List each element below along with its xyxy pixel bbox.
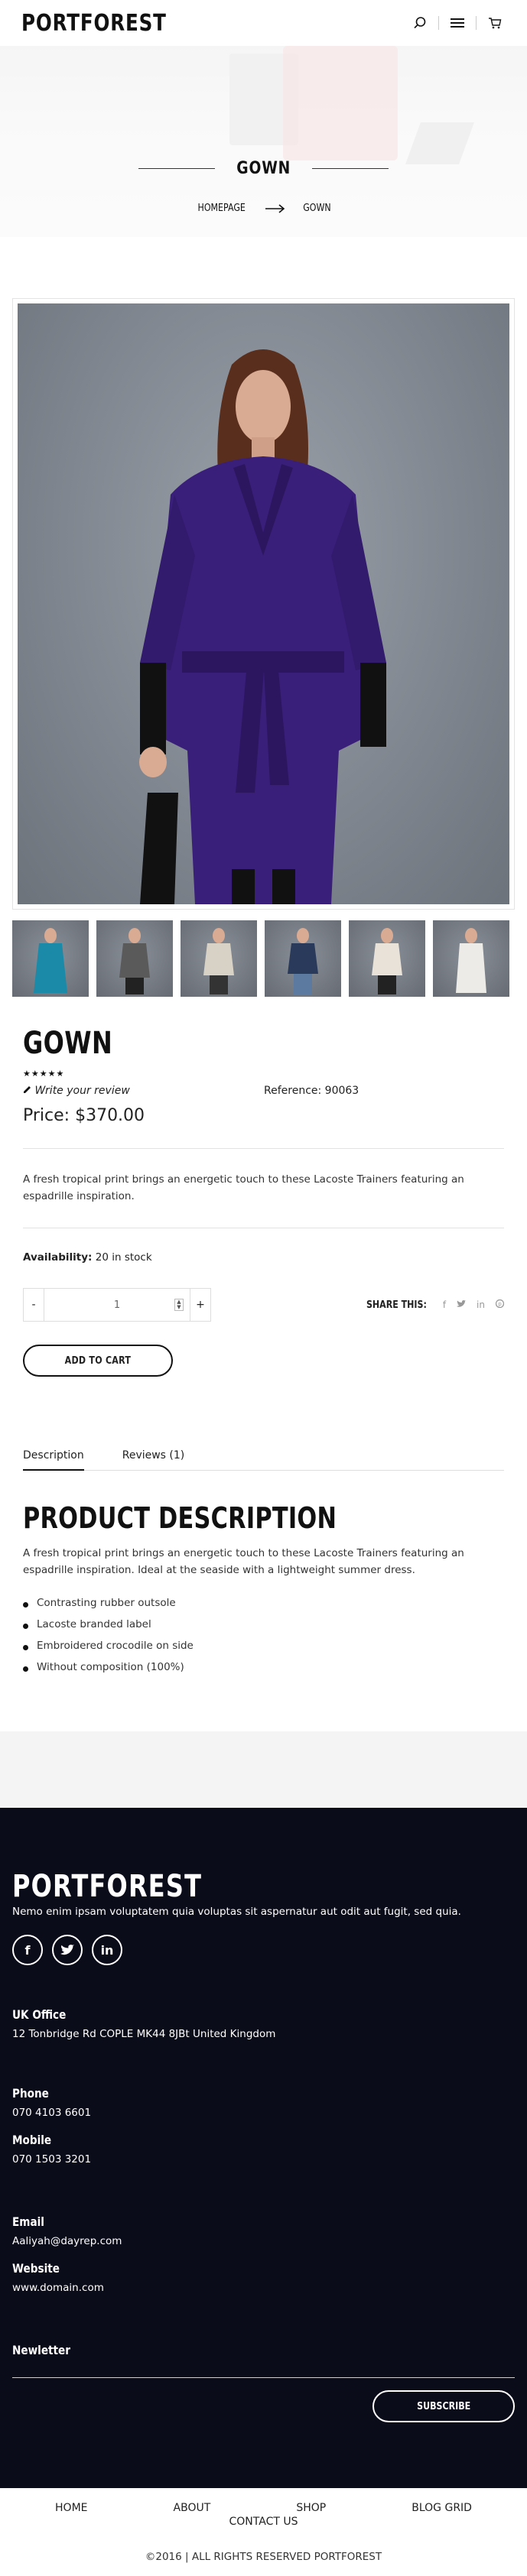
product-thumbnail[interactable]	[12, 920, 89, 997]
model-illustration	[139, 349, 386, 904]
top-header: PORTFOREST	[0, 0, 527, 46]
website-title: Website	[12, 2261, 60, 2276]
pinterest-icon[interactable]: p	[495, 1299, 505, 1310]
website-link[interactable]: www.domain.com	[12, 2282, 515, 2294]
header-actions	[409, 12, 506, 34]
quantity-value: 1	[113, 1299, 121, 1311]
office-title: UK Office	[12, 2007, 67, 2023]
twitter-icon[interactable]	[457, 1299, 467, 1310]
linkedin-icon[interactable]: in	[477, 1299, 485, 1310]
page-title: GOWN	[236, 159, 291, 178]
quantity-spinner-icon[interactable]: ▲ ▼	[174, 1299, 184, 1312]
feature-list: Contrasting rubber outsole Lacoste brand…	[23, 1592, 504, 1678]
office-address: 12 Tonbridge Rd COPLE MK44 8JBt United K…	[12, 2028, 276, 2041]
newsletter-email-input[interactable]	[12, 2377, 515, 2379]
footer-tagline: Nemo enim ipsam voluptatem quia voluptas…	[12, 1906, 461, 1919]
product-thumbnail[interactable]	[181, 920, 257, 997]
nav-contact[interactable]: CONTACT US	[12, 2516, 515, 2528]
rating-stars: ★★★★★	[23, 1069, 65, 1079]
spacer-band	[0, 1731, 527, 1809]
hero-title-row: GOWN	[0, 159, 527, 178]
page-hero-banner: GOWN HOMEPAGE GOWN	[0, 46, 527, 237]
review-row: Write your review Reference: 90063	[23, 1085, 504, 1097]
header-divider	[438, 16, 439, 30]
bottom-navigation: HOME ABOUT SHOP BLOG GRID CONTACT US ©20…	[0, 2488, 527, 2576]
breadcrumb-current: GOWN	[302, 203, 331, 214]
facebook-icon[interactable]: f	[443, 1299, 446, 1310]
phone-title: Phone	[12, 2086, 49, 2101]
linkedin-icon[interactable]: in	[92, 1935, 122, 1966]
write-review-link[interactable]: Write your review	[23, 1085, 264, 1097]
site-logo[interactable]: PORTFOREST	[21, 10, 167, 37]
mobile-number[interactable]: 070 1503 3201	[12, 2153, 515, 2166]
availability-label: Availability:	[23, 1251, 93, 1264]
add-to-cart-label: ADD TO CART	[64, 1355, 132, 1367]
share-label: SHARE THIS:	[366, 1299, 427, 1311]
footer-logo[interactable]: PORTFOREST	[12, 1869, 415, 1904]
short-description: A fresh tropical print brings an energet…	[23, 1173, 464, 1202]
cart-icon[interactable]	[484, 12, 506, 34]
description-text: A fresh tropical print brings an energet…	[23, 1547, 464, 1576]
title-rule	[312, 168, 389, 169]
product-reference: Reference: 90063	[264, 1085, 359, 1097]
subscribe-button[interactable]: SUBSCRIBE	[372, 2390, 515, 2423]
share-links: SHARE THIS: f in p	[361, 1299, 505, 1311]
product-thumbnail[interactable]	[349, 920, 425, 997]
nav-about[interactable]: ABOUT	[174, 2502, 211, 2514]
product-thumbnail[interactable]	[433, 920, 509, 997]
availability-value: 20 in stock	[95, 1251, 152, 1264]
pencil-icon	[24, 1086, 31, 1093]
tab-reviews[interactable]: Reviews (1)	[122, 1449, 185, 1470]
list-item: Without composition (100%)	[23, 1656, 504, 1678]
list-item: Lacoste branded label	[23, 1614, 504, 1635]
search-icon[interactable]	[409, 12, 431, 34]
title-rule	[138, 168, 215, 169]
nav-home[interactable]: HOME	[55, 2502, 87, 2514]
availability: Availability: 20 in stock	[23, 1251, 504, 1264]
list-item: Embroidered crocodile on side	[23, 1635, 504, 1656]
twitter-icon[interactable]	[52, 1935, 83, 1966]
quantity-share-row: - 1 ▲ ▼ + SHARE THIS: f in p	[23, 1288, 505, 1322]
product-price: Price: $370.00	[23, 1106, 145, 1125]
description-heading: PRODUCT DESCRIPTION	[23, 1501, 337, 1536]
product-main-image-frame	[12, 298, 515, 910]
newsletter-title: Newletter	[12, 2343, 70, 2358]
product-tabs: Description Reviews (1)	[23, 1449, 504, 1471]
copyright: ©2016 | ALL RIGHTS RESERVED PORTFOREST	[145, 2551, 382, 2564]
email-title: Email	[12, 2214, 44, 2230]
phone-number[interactable]: 070 4103 6601	[12, 2107, 515, 2119]
list-item: Contrasting rubber outsole	[23, 1592, 504, 1614]
footer-socials: f in	[12, 1935, 515, 1966]
header-divider	[476, 16, 477, 30]
svg-text:p: p	[498, 1301, 502, 1307]
subscribe-label: SUBSCRIBE	[416, 2400, 471, 2412]
product-thumbnails	[12, 920, 515, 997]
nav-shop[interactable]: SHOP	[296, 2502, 326, 2514]
write-review-label: Write your review	[34, 1085, 130, 1097]
add-to-cart-button[interactable]: ADD TO CART	[23, 1345, 173, 1377]
quantity-input[interactable]: 1 ▲ ▼	[44, 1288, 190, 1322]
product-thumbnail[interactable]	[96, 920, 173, 997]
breadcrumb: HOMEPAGE GOWN	[0, 203, 527, 214]
arrow-right-icon	[265, 203, 285, 213]
quantity-increase-button[interactable]: +	[190, 1288, 211, 1322]
email-address[interactable]: Aaliyah@dayrep.com	[12, 2235, 515, 2247]
product-name: GOWN	[23, 1026, 113, 1061]
breadcrumb-home[interactable]: HOMEPAGE	[198, 203, 246, 214]
menu-icon[interactable]	[447, 12, 468, 34]
quantity-stepper: - 1 ▲ ▼ +	[23, 1288, 211, 1322]
tab-description[interactable]: Description	[23, 1449, 84, 1471]
quantity-decrease-button[interactable]: -	[23, 1288, 44, 1322]
nav-blog-grid[interactable]: BLOG GRID	[412, 2502, 472, 2514]
facebook-icon[interactable]: f	[12, 1935, 43, 1966]
product-main-image[interactable]	[18, 303, 509, 904]
description-panel: PRODUCT DESCRIPTION A fresh tropical pri…	[0, 1471, 527, 1678]
bottom-nav-links: HOME ABOUT SHOP BLOG GRID	[12, 2502, 515, 2514]
product-details: GOWN ★★★★★ Write your review Reference: …	[0, 997, 527, 1377]
mobile-title: Mobile	[12, 2133, 52, 2148]
product-thumbnail[interactable]	[265, 920, 341, 997]
divider	[23, 1148, 504, 1149]
site-footer: PORTFOREST Nemo enim ipsam voluptatem qu…	[0, 1808, 527, 2489]
